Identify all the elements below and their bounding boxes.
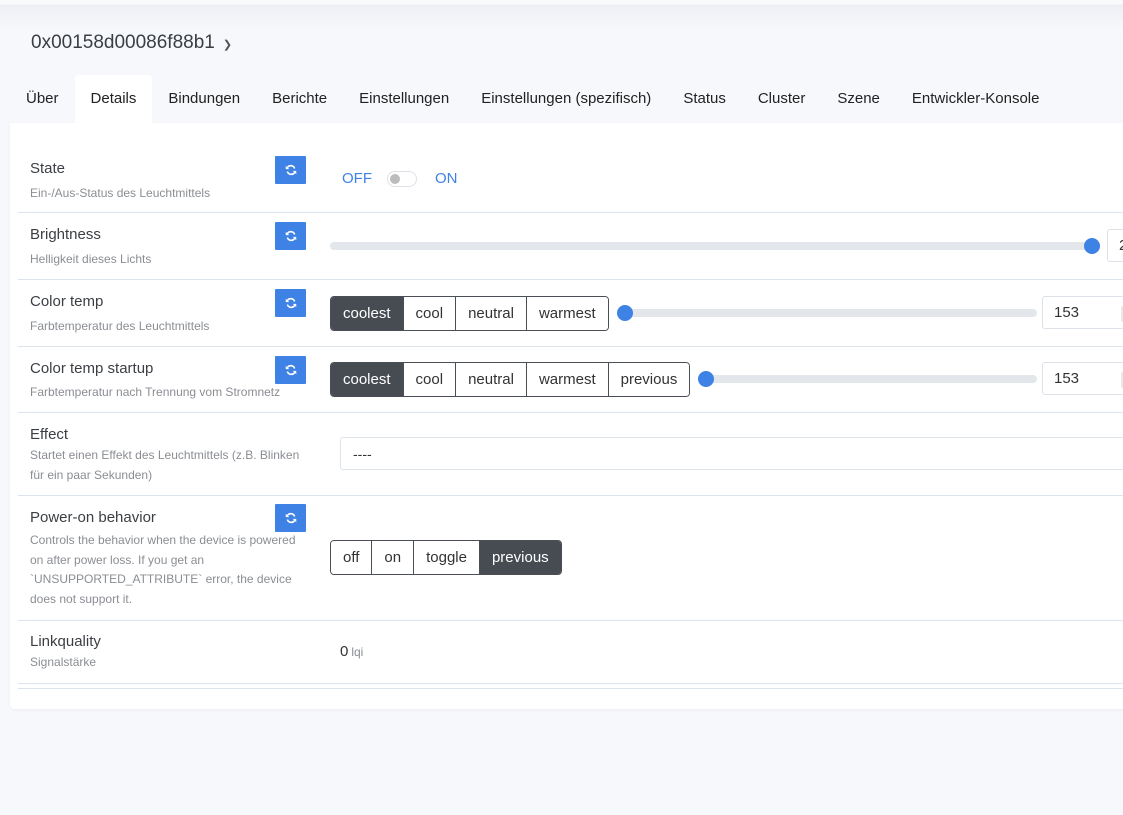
feature-row-state: State Ein-/Aus-Status des Leuchtmittels … (18, 145, 1123, 213)
state-switch[interactable] (387, 170, 417, 187)
refresh-button[interactable] (275, 504, 306, 532)
state-toggle-group: OFF ON (342, 170, 458, 187)
preset-coolest[interactable]: coolest (331, 363, 403, 396)
feature-label: Power-on behavior (30, 509, 156, 526)
preset-neutral[interactable]: neutral (455, 363, 526, 396)
preset-warmest[interactable]: warmest (525, 297, 608, 330)
refresh-icon (285, 512, 296, 524)
brightness-value: 2 (1119, 237, 1123, 254)
linkquality-value: 0 lqi (340, 643, 363, 660)
refresh-icon (285, 230, 296, 242)
option-on[interactable]: on (371, 541, 414, 574)
tab-szene[interactable]: Szene (821, 75, 896, 123)
color-temp-presets: coolest cool neutral warmest (330, 296, 609, 331)
color-temp-slider[interactable] (617, 305, 1037, 321)
color-temp-startup-value: 153 (1054, 370, 1080, 387)
color-temp-startup-presets: coolest cool neutral warmest previous (330, 362, 691, 397)
feature-description: Helligkeit dieses Lichts (30, 252, 152, 266)
preset-coolest[interactable]: coolest (331, 297, 403, 330)
chevron-down-icon: ❯ (222, 38, 233, 51)
feature-label: State (30, 160, 66, 177)
refresh-button[interactable] (275, 156, 306, 184)
slider-thumb[interactable] (698, 371, 714, 387)
color-temp-startup-slider[interactable] (698, 371, 1037, 387)
feature-row-color-temp-startup: Color temp startup Farbtemperatur nach T… (18, 347, 1123, 413)
on-label[interactable]: ON (435, 170, 458, 187)
refresh-icon (285, 164, 296, 176)
preset-warmest[interactable]: warmest (525, 363, 608, 396)
tab-einstellungen[interactable]: Einstellungen (343, 75, 465, 123)
feature-description: Farbtemperatur nach Trennung vom Stromne… (30, 385, 281, 399)
feature-label: Color temp (30, 293, 104, 310)
feature-row-effect: Effect Startet einen Effekt des Leuchtmi… (18, 413, 1123, 496)
tab-berichte[interactable]: Berichte (256, 75, 343, 123)
divider (18, 684, 1123, 689)
refresh-icon (285, 364, 296, 376)
tab-bar: Über Details Bindungen Berichte Einstell… (10, 75, 1055, 123)
feature-label: Linkquality (30, 633, 101, 650)
tab-status[interactable]: Status (667, 75, 742, 123)
effect-select[interactable]: ---- (340, 437, 1123, 470)
off-label[interactable]: OFF (342, 170, 372, 187)
brightness-slider[interactable] (330, 238, 1100, 254)
feature-description: Signalstärke (30, 655, 97, 669)
top-bar (0, 0, 1123, 30)
slider-thumb[interactable] (617, 305, 633, 321)
option-toggle[interactable]: toggle (413, 541, 479, 574)
tab-einstellungen-spezifisch[interactable]: Einstellungen (spezifisch) (465, 75, 667, 123)
feature-row-brightness: Brightness Helligkeit dieses Lichts 2 (18, 213, 1123, 280)
refresh-icon (285, 297, 296, 309)
tab-entwickler-konsole[interactable]: Entwickler-Konsole (896, 75, 1056, 123)
feature-row-linkquality: Linkquality Signalstärke 0 lqi (18, 621, 1123, 684)
refresh-button[interactable] (275, 289, 306, 317)
preset-previous[interactable]: previous (607, 363, 690, 396)
feature-description: Startet einen Effekt des Leuchtmittels (… (30, 448, 300, 482)
feature-row-power-on-behavior: Power-on behavior Controls the behavior … (18, 496, 1123, 621)
feature-row-color-temp: Color temp Farbtemperatur des Leuchtmitt… (18, 280, 1123, 347)
refresh-button[interactable] (275, 356, 306, 384)
lqi-number: 0 (340, 643, 349, 660)
feature-label: Brightness (30, 226, 101, 243)
color-temp-value: 153 (1054, 304, 1080, 321)
tab-bindungen[interactable]: Bindungen (152, 75, 256, 123)
tab-uber[interactable]: Über (10, 75, 75, 123)
details-card: State Ein-/Aus-Status des Leuchtmittels … (10, 123, 1123, 709)
refresh-button[interactable] (275, 222, 306, 250)
option-previous[interactable]: previous (478, 541, 561, 574)
power-on-behavior-options: off on toggle previous (330, 540, 562, 575)
feature-label: Color temp startup (30, 360, 154, 377)
option-off[interactable]: off (331, 541, 372, 574)
tab-cluster[interactable]: Cluster (742, 75, 822, 123)
device-selector[interactable]: 0x00158d00086f88b1 ❯ (31, 32, 232, 54)
feature-description: Ein-/Aus-Status des Leuchtmittels (30, 186, 211, 200)
feature-label: Effect (30, 426, 69, 443)
color-temp-startup-input[interactable]: 153 ⌃⌄ (1042, 362, 1123, 395)
feature-description: Farbtemperatur des Leuchtmittels (30, 319, 210, 333)
slider-thumb[interactable] (1084, 238, 1100, 254)
switch-knob (390, 173, 400, 184)
device-title: 0x00158d00086f88b1 (31, 32, 215, 53)
preset-cool[interactable]: cool (402, 297, 456, 330)
color-temp-input[interactable]: 153 ⌃⌄ (1042, 296, 1123, 329)
feature-description: Controls the behavior when the device is… (30, 533, 296, 606)
tab-details[interactable]: Details (74, 75, 153, 123)
preset-neutral[interactable]: neutral (455, 297, 526, 330)
brightness-input[interactable]: 2 (1107, 229, 1123, 262)
preset-cool[interactable]: cool (402, 363, 456, 396)
lqi-unit: lqi (351, 645, 364, 659)
